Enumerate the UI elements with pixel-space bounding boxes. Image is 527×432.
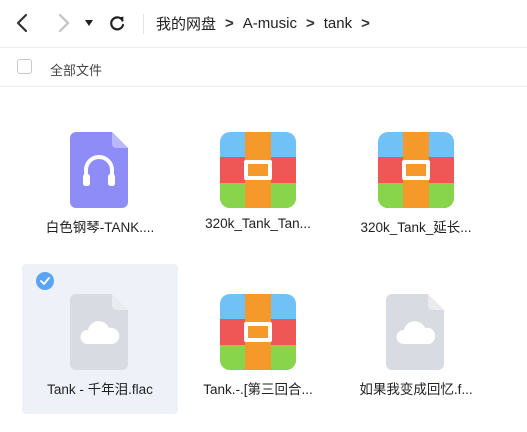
history-dropdown-button[interactable] [78, 8, 100, 38]
breadcrumb: 我的网盘 > A-music > tank > [156, 0, 379, 46]
audio-file-icon [62, 132, 138, 208]
file-name: 320k_Tank_延长... [360, 220, 472, 235]
selected-check-icon[interactable] [36, 272, 54, 290]
file-tile[interactable]: Tank - 千年泪.flac [22, 264, 178, 414]
file-name: 如果我变成回忆.f... [359, 382, 473, 397]
toolbar-divider [143, 14, 144, 34]
breadcrumb-separator: > [361, 14, 370, 32]
refresh-icon [110, 16, 125, 31]
breadcrumb-item-root[interactable]: 我的网盘 [156, 13, 216, 34]
caret-down-icon [85, 20, 93, 26]
selection-bar: 全部文件 [0, 49, 527, 87]
cloud-file-icon [62, 294, 138, 370]
chevron-right-icon [58, 13, 70, 33]
file-tile[interactable]: Tank.-.[第三回合... [180, 264, 336, 414]
archive-file-icon [220, 132, 296, 208]
breadcrumb-separator: > [305, 14, 315, 32]
forward-button[interactable] [48, 8, 78, 38]
file-tile[interactable]: 如果我变成回忆.f... [338, 264, 494, 414]
breadcrumb-item-tank[interactable]: tank [324, 15, 352, 32]
archive-file-icon [220, 294, 296, 370]
select-all-checkbox[interactable] [17, 59, 32, 74]
refresh-button[interactable] [102, 8, 132, 38]
archive-file-icon [378, 132, 454, 208]
toolbar: 我的网盘 > A-music > tank > [0, 0, 527, 48]
file-name: Tank - 千年泪.flac [47, 382, 153, 397]
file-name: 320k_Tank_Tan... [205, 216, 311, 231]
file-tile[interactable]: 320k_Tank_延长... [338, 102, 494, 252]
file-name: 白色钢琴-TANK.... [45, 220, 155, 235]
file-tile[interactable]: 320k_Tank_Tan... [180, 102, 336, 252]
chevron-left-icon [16, 13, 28, 33]
file-tile[interactable]: 白色钢琴-TANK.... [22, 102, 178, 252]
breadcrumb-item-a-music[interactable]: A-music [243, 15, 297, 32]
cloud-file-icon [378, 294, 454, 370]
back-button[interactable] [8, 8, 38, 38]
select-all-label: 全部文件 [50, 63, 103, 78]
file-name: Tank.-.[第三回合... [203, 382, 313, 397]
breadcrumb-separator: > [225, 14, 234, 32]
